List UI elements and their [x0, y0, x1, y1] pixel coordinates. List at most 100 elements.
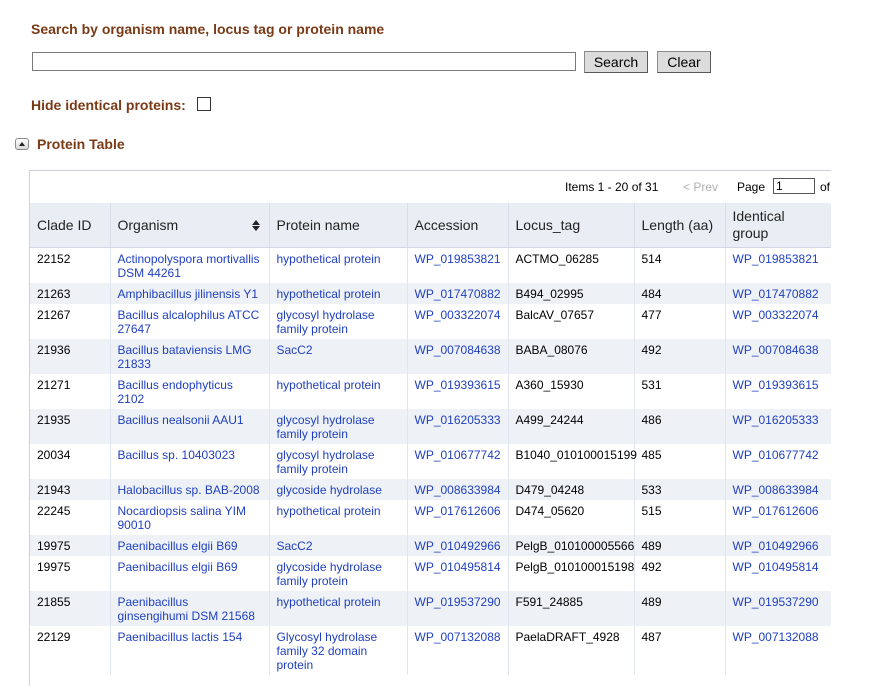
identical-group-link[interactable]: WP_007132088 [724, 626, 831, 675]
accession-link[interactable]: WP_019853821 [406, 247, 508, 283]
table-row: 21271 Bacillus endophyticus 2102 hypotheti… [30, 374, 831, 409]
accession-link[interactable]: WP_010492966 [406, 535, 508, 556]
organism-link[interactable]: Halobacillus sp. BAB-2008 [109, 479, 269, 500]
page-number-input[interactable] [773, 178, 815, 194]
length-cell: 492 [633, 339, 725, 374]
identical-group-link[interactable]: WP_008633984 [724, 479, 831, 500]
accession-link[interactable]: WP_016205333 [406, 409, 508, 444]
sort-icon[interactable] [251, 220, 260, 231]
col-header-accession[interactable]: Accession [406, 203, 508, 248]
locus-tag-cell: B494_02995 [507, 283, 634, 304]
organism-link[interactable]: Bacillus sp. 10403023 [109, 444, 269, 479]
organism-link[interactable]: Bacillus endophyticus 2102 [109, 374, 269, 409]
protein-name-link[interactable]: SacC2 [268, 339, 407, 374]
organism-link[interactable]: Paenibacillus elgii B69 [109, 556, 269, 591]
clade-id-cell: 21855 [30, 591, 110, 626]
col-header-locus-tag[interactable]: Locus_tag [507, 203, 634, 248]
table-row: 21943 Halobacillus sp. BAB-2008 glycoside … [30, 479, 831, 500]
clade-id-cell: 21267 [30, 304, 110, 339]
clade-id-cell: 19975 [30, 535, 110, 556]
identical-group-link[interactable]: WP_010492966 [724, 535, 831, 556]
accession-link[interactable]: WP_007084638 [406, 339, 508, 374]
locus-tag-cell: PelgB_010100005566 [507, 535, 634, 556]
length-cell: 477 [633, 304, 725, 339]
table-row: 21936 Bacillus bataviensis LMG 21833 SacC2… [30, 339, 831, 374]
organism-link[interactable]: Paenibacillus ginsengihumi DSM 21568 [109, 591, 269, 626]
accession-link[interactable]: WP_007132088 [406, 626, 508, 675]
clade-id-cell: 19975 [30, 556, 110, 591]
protein-name-link[interactable]: glycoside hydrolase [268, 479, 407, 500]
col-header-length[interactable]: Length (aa) [633, 203, 725, 248]
identical-group-link[interactable]: WP_019537290 [724, 591, 831, 626]
organism-link[interactable]: Bacillus bataviensis LMG 21833 [109, 339, 269, 374]
identical-group-link[interactable]: WP_010677742 [724, 444, 831, 479]
identical-group-link[interactable]: WP_017470882 [724, 283, 831, 304]
col-header-clade-id[interactable]: Clade ID [30, 203, 110, 248]
protein-name-link[interactable]: glycosyl hydrolase family protein [268, 444, 407, 479]
protein-name-link[interactable]: Glycosyl hydrolase family 32 domain prot… [268, 626, 407, 675]
accession-link[interactable]: WP_017470882 [406, 283, 508, 304]
protein-name-link[interactable]: glycoside hydrolase family protein [268, 556, 407, 591]
protein-name-link[interactable]: hypothetical protein [268, 283, 407, 304]
organism-link[interactable]: Amphibacillus jilinensis Y1 [109, 283, 269, 304]
protein-table: Clade ID Organism Protein name Accession… [30, 203, 831, 675]
identical-group-link[interactable]: WP_003322074 [724, 304, 831, 339]
prev-page-link[interactable]: < Prev [683, 180, 718, 194]
col-header-organism[interactable]: Organism [109, 203, 269, 248]
protein-name-link[interactable]: hypothetical protein [268, 247, 407, 283]
organism-link[interactable]: Actinopolyspora mortivallis DSM 44261 [109, 247, 269, 283]
identical-group-link[interactable]: WP_017612606 [724, 500, 831, 535]
accession-link[interactable]: WP_019393615 [406, 374, 508, 409]
collapse-up-icon[interactable] [15, 138, 29, 150]
length-cell: 489 [633, 535, 725, 556]
table-row: 22152 Actinopolyspora mortivallis DSM 442… [30, 247, 831, 283]
protein-name-link[interactable]: SacC2 [268, 535, 407, 556]
table-row: 21935 Bacillus nealsonii AAU1 glycosyl hyd… [30, 409, 831, 444]
protein-name-link[interactable]: glycosyl hydrolase family protein [268, 304, 407, 339]
hide-identical-checkbox[interactable] [197, 97, 211, 111]
accession-link[interactable]: WP_010677742 [406, 444, 508, 479]
table-row: 19975 Paenibacillus elgii B69 SacC2 WP_0104… [30, 535, 831, 556]
organism-link[interactable]: Paenibacillus lactis 154 [109, 626, 269, 675]
table-row: 21855 Paenibacillus ginsengihumi DSM 2156… [30, 591, 831, 626]
organism-link[interactable]: Paenibacillus elgii B69 [109, 535, 269, 556]
protein-name-link[interactable]: hypothetical protein [268, 374, 407, 409]
identical-group-link[interactable]: WP_007084638 [724, 339, 831, 374]
identical-group-link[interactable]: WP_019853821 [724, 247, 831, 283]
locus-tag-cell: D474_05620 [507, 500, 634, 535]
accession-link[interactable]: WP_019537290 [406, 591, 508, 626]
table-row: 19975 Paenibacillus elgii B69 glycoside hy… [30, 556, 831, 591]
length-cell: 515 [633, 500, 725, 535]
organism-link[interactable]: Bacillus alcalophilus ATCC 27647 [109, 304, 269, 339]
locus-tag-cell: F591_24885 [507, 591, 634, 626]
clade-id-cell: 20034 [30, 444, 110, 479]
accession-link[interactable]: WP_010495814 [406, 556, 508, 591]
identical-group-link[interactable]: WP_010495814 [724, 556, 831, 591]
table-row: 21263 Amphibacillus jilinensis Y1 hypothet… [30, 283, 831, 304]
identical-group-link[interactable]: WP_016205333 [724, 409, 831, 444]
clear-button[interactable]: Clear [657, 51, 711, 73]
locus-tag-cell: BalcAV_07657 [507, 304, 634, 339]
clade-id-cell: 21271 [30, 374, 110, 409]
organism-link[interactable]: Bacillus nealsonii AAU1 [109, 409, 269, 444]
protein-name-link[interactable]: hypothetical protein [268, 500, 407, 535]
length-cell: 486 [633, 409, 725, 444]
page-of-label: of [820, 180, 831, 194]
clade-id-cell: 22245 [30, 500, 110, 535]
protein-name-link[interactable]: hypothetical protein [268, 591, 407, 626]
organism-link[interactable]: Nocardiopsis salina YIM 90010 [109, 500, 269, 535]
accession-link[interactable]: WP_017612606 [406, 500, 508, 535]
search-button[interactable]: Search [584, 51, 648, 73]
protein-name-link[interactable]: glycosyl hydrolase family protein [268, 409, 407, 444]
col-header-identical-group[interactable]: Identical group [724, 203, 831, 248]
search-input[interactable] [32, 52, 576, 71]
table-header-row: Clade ID Organism Protein name Accession… [30, 203, 831, 248]
accession-link[interactable]: WP_003322074 [406, 304, 508, 339]
col-header-protein-name[interactable]: Protein name [268, 203, 407, 248]
table-row: 22245 Nocardiopsis salina YIM 90010 hypoth… [30, 500, 831, 535]
length-cell: 531 [633, 374, 725, 409]
accession-link[interactable]: WP_008633984 [406, 479, 508, 500]
identical-group-link[interactable]: WP_019393615 [724, 374, 831, 409]
clade-id-cell: 22152 [30, 247, 110, 283]
locus-tag-cell: D479_04248 [507, 479, 634, 500]
